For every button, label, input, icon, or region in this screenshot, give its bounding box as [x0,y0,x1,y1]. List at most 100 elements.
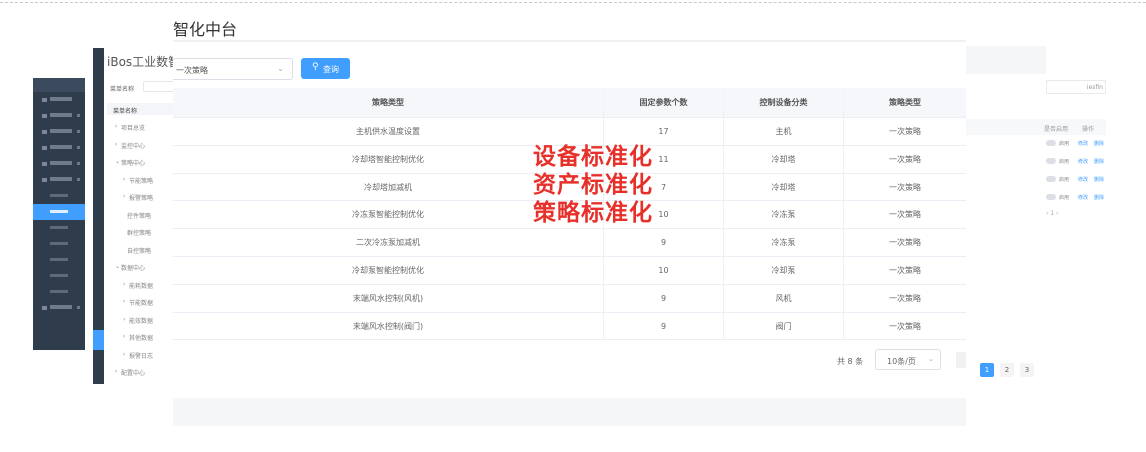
select-value: 一次策略 [176,66,208,75]
sidebar-item[interactable] [33,300,85,316]
page-size-value: 10条/页 [887,357,916,366]
sidebar-subitem[interactable] [33,236,85,252]
table-cell: 9 [603,312,723,340]
sidebar-subitem[interactable] [33,284,85,300]
table-cell: 一次策略 [843,173,966,201]
edit-link[interactable]: 修改 [1078,140,1088,147]
tree-row-label: 报警日志 [129,352,154,360]
edit-link[interactable]: 修改 [1078,194,1088,201]
sidebar-subitem[interactable] [33,220,85,236]
tree-row-prefix: › [115,123,118,130]
tree-row[interactable]: 控件策略 [107,206,175,224]
tree-row-prefix: › [123,315,126,323]
sidebar-subitem-label [50,274,68,277]
screenshot-stage: iBos工业数智化 菜单名称 菜单名称 ›项目总览 ›监控中心 ⌄策略中心 ›节… [0,0,1146,452]
enable-toggle[interactable] [1046,140,1056,146]
tree-row[interactable]: ⌄ 策略中心 [107,153,175,171]
table-cell: 一次策略 [843,145,966,173]
table-cell: 冷却塔 [723,145,843,173]
menu-tree: › 项目总览 › 监控中心 ⌄ 策略中心 › 节能策略 › 报警策略 控件策略 群控策略 … [107,118,175,381]
tree-row-label: 群控策略 [127,230,152,237]
edit-link[interactable]: 修改 [1078,158,1088,165]
tree-row[interactable]: › 报警日志 [107,346,175,364]
app-brand: iBos工业数智化 [107,55,175,69]
enable-toggle[interactable] [1046,158,1056,164]
window-titlebar: 智化中台 [173,6,966,42]
column-header: 固定参数个数 [603,88,723,117]
tree-row-label: 报警策略 [129,195,154,202]
sidebar-item[interactable] [33,140,85,156]
table-cell: 10 [603,256,723,284]
tree-row[interactable]: › 其他数据 [107,328,175,346]
tree-row-prefix: › [123,193,126,200]
table-cell: 主机供水温度设置 [356,127,420,136]
total-count: 共 8 条 [837,357,864,366]
tree-row-prefix: › [123,350,126,358]
table-row[interactable]: 二次冷冻泵加减机 9 冷冻泵 一次策略 [173,229,966,257]
delete-link[interactable]: 删除 [1094,158,1104,165]
sidebar-subitem[interactable] [33,188,85,204]
tree-row-label: 能效数据 [129,317,154,325]
tree-row[interactable]: 群控策略 [107,223,175,241]
sidebar-item[interactable] [33,108,85,124]
table-row[interactable]: 末端风水控制(阀门) 9 阀门 一次策略 [173,312,966,341]
sidebar-subitem-label [50,258,68,261]
menu-icon [42,114,47,118]
tree-row[interactable]: › 节能数据 [107,293,175,311]
tree-row[interactable]: ⌄ 数据中心 [107,258,175,276]
delete-link[interactable]: 删除 [1094,176,1104,183]
sidebar-item[interactable] [33,124,85,140]
tree-row[interactable]: › 节能策略 [107,171,175,189]
delete-link[interactable]: 删除 [1094,194,1104,201]
prev-page-button[interactable] [956,352,966,368]
page-size-select[interactable]: 10条/页 ⌄ [875,349,941,370]
tree-row-prefix: › [115,140,118,148]
delete-link[interactable]: 删除 [1094,140,1104,147]
enable-toggle[interactable] [1046,194,1056,200]
tree-row[interactable]: › 监控中心 [107,136,175,154]
sidebar-subitem[interactable] [33,252,85,268]
edit-link[interactable]: 修改 [1078,176,1088,183]
tree-row-label: 控件策略 [127,212,152,220]
table-row[interactable]: 冷却泵智能控制优化 10 冷却泵 一次策略 [173,256,966,285]
sidebar-subitem-label [50,226,68,229]
sidebar-item[interactable] [33,92,85,108]
sidebar-item-label [50,97,72,101]
right-search-input[interactable]: iesfin [1046,80,1106,94]
right-col-actions: 操作 [1082,126,1095,133]
menu-icon [42,146,47,150]
sidebar-logo [33,78,85,92]
tree-header-label: 菜单名称 [113,108,138,115]
tree-row[interactable]: › 配置中心 [107,363,175,381]
table-row[interactable]: 末端风水控制(风机) 9 风机 一次策略 [173,284,966,313]
tree-row[interactable]: › 项目总览 [107,118,175,136]
tree-row[interactable]: › 能耗数据 [107,276,175,294]
sidebar-item[interactable] [33,156,85,172]
sidebar-subitem-active[interactable] [33,204,85,220]
chevron-icon [77,146,80,149]
enable-toggle[interactable] [1046,176,1056,182]
right-pager[interactable]: ‹ 1 › [1046,210,1058,217]
page-button-2[interactable]: 2 [1000,363,1014,377]
tree-row[interactable]: › 报警策略 [107,188,175,206]
sidebar-subitem[interactable] [33,268,85,284]
page-button-3[interactable]: 3 [1020,363,1034,377]
query-button[interactable]: ⚲ 查询 [301,58,350,79]
sidebar-item-label [50,161,72,165]
sidebar-item-label [50,177,72,181]
tree-row[interactable]: 自控策略 [107,241,175,259]
tree-row-label: 数据中心 [121,265,146,272]
sidebar-item[interactable] [33,172,85,188]
menu-name-input[interactable] [143,81,175,92]
right-table-row: 启用 修改 删除 [1046,190,1106,204]
slogan-line: 资产标准化 [533,172,653,198]
column-header: 策略类型 [843,88,966,117]
page-button-1[interactable]: 1 [980,363,994,377]
table-cell: 9 [603,284,723,312]
tree-row[interactable]: › 能效数据 [107,311,175,329]
table-cell: 一次策略 [843,201,966,229]
strategy-type-select[interactable]: 一次策略 ⌄ [173,58,293,80]
table-footer: 共 8 条 10条/页 ⌄ [173,344,966,378]
table-row[interactable]: 主机供水温度设置 17 主机 一次策略 [173,118,966,146]
mid-sidebar-active-item[interactable] [93,330,104,350]
